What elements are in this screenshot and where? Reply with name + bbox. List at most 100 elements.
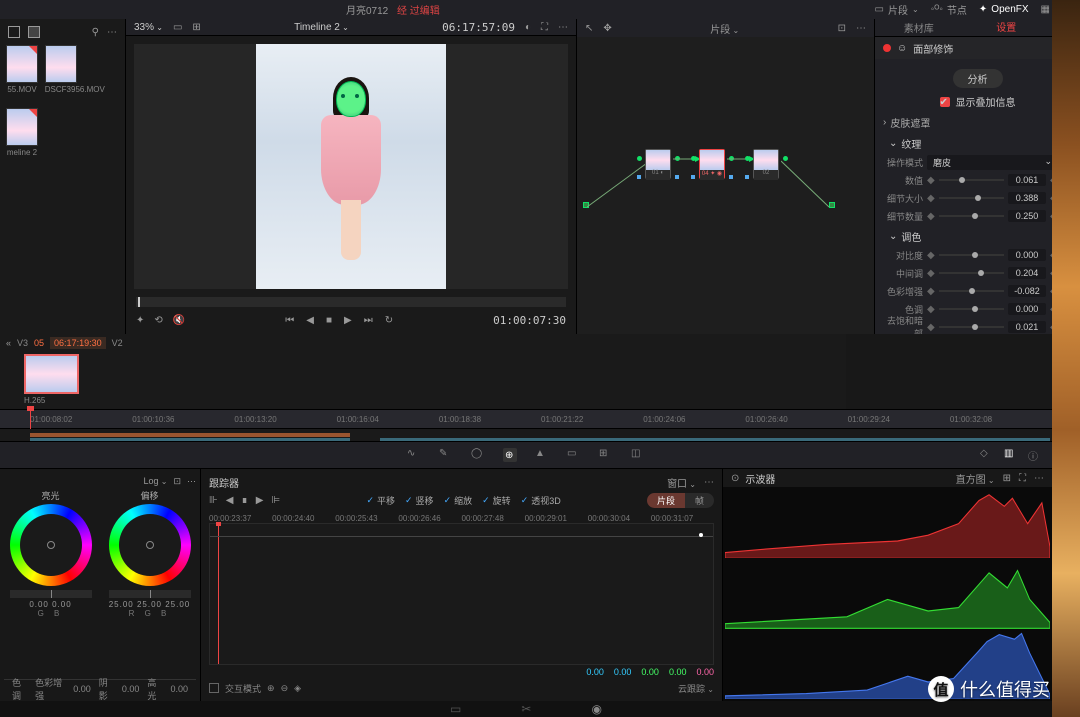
sizing-icon[interactable]: ⊞ [599, 448, 613, 462]
keyframe-icon[interactable]: ◆ [927, 304, 935, 315]
wheel-options-icon[interactable]: ⊡ [173, 476, 181, 487]
grab-icon[interactable]: ✥ [603, 23, 611, 34]
page-media-icon[interactable]: ▭ [450, 702, 461, 716]
param-slider[interactable] [939, 197, 1004, 199]
track-v3[interactable]: V3 [17, 338, 28, 348]
track-forward-one-icon[interactable]: ⊫ [272, 495, 281, 506]
reverse-icon[interactable]: « [6, 338, 11, 348]
timeline-tracks[interactable] [0, 429, 1052, 441]
mode-select[interactable]: 磨皮⌄ [927, 155, 1058, 170]
clip-thumb[interactable]: meline 2 [6, 108, 38, 157]
param-value[interactable]: 0.021 [1008, 321, 1046, 333]
3d-icon[interactable]: ◫ [631, 448, 645, 462]
tab-library[interactable]: 素材库 [875, 17, 963, 38]
color-node[interactable]: 02 [753, 149, 779, 179]
enable-dot-icon[interactable] [883, 44, 891, 52]
node-options-icon[interactable]: ⋯ [856, 23, 866, 34]
list-view-icon[interactable] [8, 26, 20, 38]
viewer-canvas[interactable] [134, 44, 568, 289]
tracker-playhead[interactable] [218, 524, 219, 664]
key-icon[interactable]: ▭ [567, 448, 581, 462]
wheels-mode[interactable]: Log [143, 476, 167, 486]
scope-lock-icon[interactable]: ⊙ [731, 473, 739, 484]
track-v2[interactable]: V2 [112, 338, 123, 348]
record-timecode[interactable]: 01:00:07:30 [493, 314, 566, 327]
param-value[interactable]: 0.000 [1008, 303, 1046, 315]
track-reverse-icon[interactable]: ◀ [226, 495, 234, 506]
keyframe-icon[interactable]: ◆ [927, 175, 935, 186]
expand-icon[interactable]: ⛶ [541, 22, 548, 33]
split-icon[interactable]: ⊞ [192, 22, 200, 33]
grid-view-icon[interactable] [28, 26, 40, 38]
section-skin-mask[interactable]: ›皮肤遮罩 [883, 115, 1072, 130]
track-05[interactable]: 05 [34, 338, 44, 348]
param-value[interactable]: 0.250 [1008, 210, 1046, 222]
param-slider[interactable] [939, 215, 1004, 217]
param-value[interactable]: 0.061 [1008, 174, 1046, 186]
curves-icon[interactable]: ∿ [407, 448, 421, 462]
wheel-more-icon[interactable]: ⋯ [187, 476, 196, 487]
track-reverse-one-icon[interactable]: ⊪ [209, 495, 218, 506]
wheel-jog[interactable] [10, 590, 92, 598]
keyframe-icon[interactable]: ◆ [927, 268, 935, 279]
set-point-icon[interactable]: ◈ [294, 683, 301, 694]
mute-icon[interactable]: 🔇 [173, 315, 185, 326]
color-wheel[interactable] [10, 504, 92, 586]
active-clip-thumb[interactable] [24, 354, 79, 394]
wheel-jog[interactable] [109, 590, 191, 598]
loop-mode-icon[interactable]: ⟲ [154, 315, 162, 326]
tab-openfx[interactable]: ✦OpenFX [979, 4, 1029, 15]
timeline-name[interactable]: Timeline 2 [294, 22, 349, 33]
stop-button[interactable]: ■ [326, 315, 332, 326]
loop-icon[interactable]: ◐ [525, 22, 531, 33]
pill-frame[interactable]: 帧 [685, 493, 714, 508]
cloud-tracker-select[interactable]: 云跟踪 [678, 682, 714, 695]
param-slider[interactable] [939, 179, 1004, 181]
section-texture[interactable]: ⌄纹理 [883, 136, 1072, 151]
face-icon[interactable]: ☺ [897, 43, 907, 54]
graph-output[interactable] [829, 202, 835, 208]
play-button[interactable]: ▶ [344, 315, 352, 326]
tab-nodes[interactable]: ◦ᴼ◦节点 [931, 2, 967, 17]
tracker-icon[interactable]: ⊕ [503, 448, 517, 462]
keyframe-icon[interactable]: ◆ [927, 322, 935, 333]
track-stop-icon[interactable]: ∎ [241, 495, 247, 506]
first-frame-button[interactable]: ⏮ [285, 315, 294, 326]
param-value[interactable]: 0.388 [1008, 192, 1046, 204]
search-icon[interactable]: ⚲ [92, 27, 99, 38]
zoom-to-fit-icon[interactable]: ⊡ [838, 23, 846, 34]
keyframe-icon[interactable]: ◆ [927, 193, 935, 204]
info-icon[interactable]: ⓘ [1028, 448, 1042, 462]
tracker-menu[interactable]: 窗口 [667, 475, 696, 490]
add-point-icon[interactable]: ⊕ [267, 683, 275, 694]
section-color[interactable]: ⌄调色 [883, 229, 1072, 244]
color-node[interactable]: 01 ◐ [645, 149, 671, 179]
remove-point-icon[interactable]: ⊖ [281, 683, 289, 694]
keyframes-icon[interactable]: ◇ [980, 448, 994, 462]
color-wheel[interactable] [109, 504, 191, 586]
tracker-ruler[interactable]: 00:00:23:3700:00:24:4000:00:25:4300:00:2… [209, 514, 714, 523]
tracker-graph[interactable] [209, 523, 714, 665]
window-icon[interactable]: ◯ [471, 448, 485, 462]
scope-mode[interactable]: 直方图 [956, 471, 995, 486]
clip-thumb[interactable]: DSCF3956.MOV [45, 45, 105, 94]
interactive-checkbox[interactable] [209, 683, 219, 693]
reverse-button[interactable]: ◀ [306, 315, 314, 326]
tracker-option[interactable]: ✓缩放 [444, 494, 473, 507]
analyze-button[interactable]: 分析 [953, 69, 1003, 88]
track-forward-icon[interactable]: ▶ [256, 495, 264, 506]
param-slider[interactable] [939, 308, 1004, 310]
tab-settings[interactable]: 设置 [963, 16, 1051, 39]
scope-layout-icon[interactable]: ⊞ [1003, 473, 1011, 484]
tracker-option[interactable]: ✓透视3D [521, 494, 561, 507]
last-frame-button[interactable]: ⏭ [364, 315, 373, 326]
viewer-options-icon[interactable]: ⋯ [558, 22, 568, 33]
keyframe-icon[interactable]: ◆ [927, 286, 935, 297]
tab-gallery[interactable]: ▭片段 [875, 2, 919, 17]
scope-expand-icon[interactable]: ⛶ [1019, 473, 1026, 484]
scope-options-icon[interactable]: ⋯ [1034, 473, 1044, 484]
source-timecode[interactable]: 06:17:57:09 [442, 21, 515, 34]
tracker-option[interactable]: ✓旋转 [482, 494, 511, 507]
node-view-mode[interactable]: 片段 [710, 21, 739, 36]
page-color-icon[interactable]: ◉ [591, 702, 601, 716]
